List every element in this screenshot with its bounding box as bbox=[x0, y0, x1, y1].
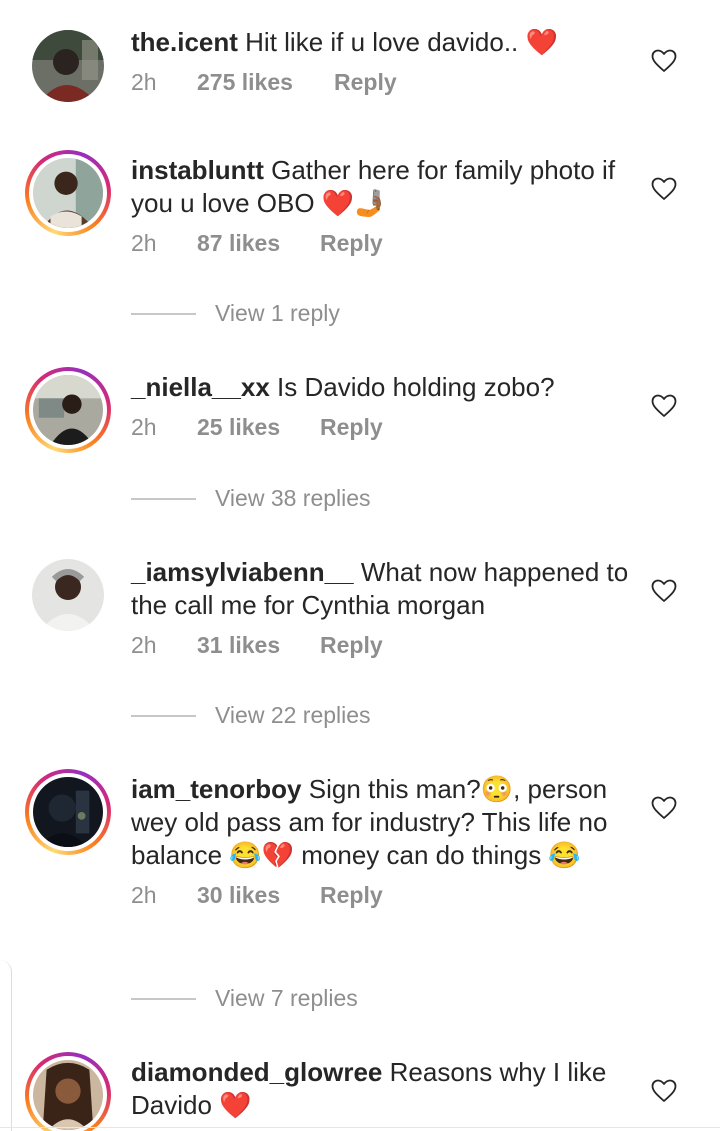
comment-username[interactable]: instabluntt bbox=[131, 155, 264, 185]
comment-likes[interactable]: 31 likes bbox=[197, 632, 280, 659]
comment-time: 2h bbox=[131, 230, 157, 256]
comment-text: the.icent Hit like if u love davido.. ❤️ bbox=[131, 26, 631, 59]
reply-button[interactable]: Reply bbox=[320, 414, 383, 441]
comment-text: instabluntt Gather here for family photo… bbox=[131, 154, 631, 220]
divider bbox=[131, 998, 196, 1000]
heart-outline-icon[interactable] bbox=[651, 49, 677, 73]
comment-likes[interactable]: 25 likes bbox=[197, 414, 280, 441]
comment-likes[interactable]: 30 likes bbox=[197, 882, 280, 909]
heart-outline-icon[interactable] bbox=[651, 177, 677, 201]
comment-text: iam_tenorboy Sign this man?😳, person wey… bbox=[131, 773, 631, 872]
side-panel-edge bbox=[0, 960, 12, 1131]
divider bbox=[0, 1127, 720, 1128]
avatar[interactable] bbox=[32, 30, 104, 102]
comment-time: 2h bbox=[131, 632, 157, 658]
avatar[interactable] bbox=[32, 559, 104, 631]
comment-text: _niella__xx Is Davido holding zobo? bbox=[131, 371, 631, 404]
comments-page: the.icent Hit like if u love davido.. ❤️… bbox=[0, 0, 720, 1131]
avatar[interactable] bbox=[25, 150, 111, 236]
comment-time: 2h bbox=[131, 882, 157, 908]
comment-username[interactable]: iam_tenorboy bbox=[131, 774, 302, 804]
comment-text: _iamsylviabenn__ What now happened to th… bbox=[131, 556, 631, 622]
comment-time: 2h bbox=[131, 69, 157, 95]
avatar[interactable] bbox=[25, 1052, 111, 1131]
comment-likes[interactable]: 87 likes bbox=[197, 230, 280, 257]
heart-outline-icon[interactable] bbox=[651, 394, 677, 418]
view-replies-label: View 22 replies bbox=[215, 702, 371, 728]
view-replies-label: View 38 replies bbox=[215, 485, 371, 511]
reply-button[interactable]: Reply bbox=[320, 632, 383, 659]
divider bbox=[131, 715, 196, 717]
view-replies-label: View 7 replies bbox=[215, 985, 358, 1011]
reply-button[interactable]: Reply bbox=[320, 882, 383, 909]
divider bbox=[131, 313, 196, 315]
heart-outline-icon[interactable] bbox=[651, 1079, 677, 1103]
comment-body: Hit like if u love davido.. ❤️ bbox=[245, 27, 558, 57]
view-replies-label: View 1 reply bbox=[215, 300, 340, 326]
avatar[interactable] bbox=[25, 769, 111, 855]
comment-likes[interactable]: 275 likes bbox=[197, 69, 293, 96]
avatar[interactable] bbox=[25, 367, 111, 453]
divider bbox=[131, 498, 196, 500]
reply-button[interactable]: Reply bbox=[320, 230, 383, 257]
comment-username[interactable]: the.icent bbox=[131, 27, 238, 57]
comment-text: diamonded_glowree Reasons why I like Dav… bbox=[131, 1056, 631, 1122]
reply-button[interactable]: Reply bbox=[334, 69, 397, 96]
comment-body: Is Davido holding zobo? bbox=[277, 372, 555, 402]
comment-username[interactable]: diamonded_glowree bbox=[131, 1057, 382, 1087]
heart-outline-icon[interactable] bbox=[651, 579, 677, 603]
comment-time: 2h bbox=[131, 414, 157, 440]
heart-outline-icon[interactable] bbox=[651, 796, 677, 820]
comment-username[interactable]: _niella__xx bbox=[131, 372, 270, 402]
comment-username[interactable]: _iamsylviabenn__ bbox=[131, 557, 354, 587]
